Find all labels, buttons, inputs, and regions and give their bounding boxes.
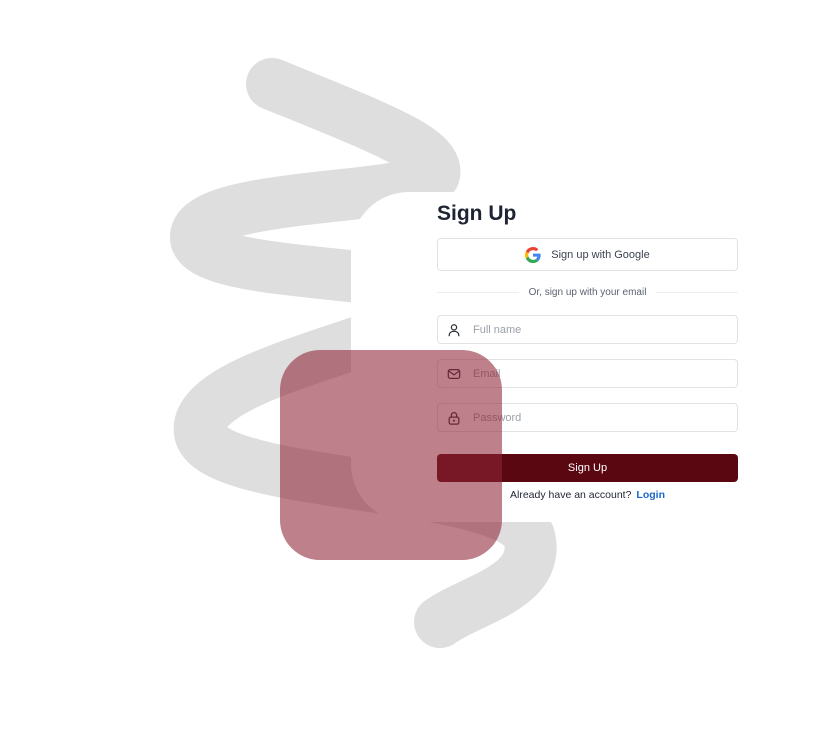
divider-text: Or, sign up with your email [528, 286, 647, 298]
user-icon [448, 323, 460, 336]
full-name-input[interactable] [473, 323, 713, 336]
password-input[interactable] [473, 411, 713, 424]
google-icon [525, 246, 541, 263]
lock-icon [448, 411, 460, 425]
google-sign-up-button[interactable]: Sign up with Google [437, 238, 738, 271]
divider-line-left [437, 291, 519, 293]
divider-line-right [656, 291, 739, 293]
page-title: Sign Up [437, 202, 517, 225]
sign-up-button[interactable]: Sign Up [437, 454, 738, 482]
login-prompt-text: Already have an account? [510, 489, 632, 501]
or-divider: Or, sign up with your email [437, 285, 739, 299]
full-name-field[interactable] [437, 315, 738, 344]
email-input[interactable] [473, 367, 713, 380]
mail-icon [447, 368, 461, 379]
login-prompt-row: Already have an account? Login [437, 489, 738, 501]
login-link[interactable]: Login [636, 489, 665, 501]
email-field[interactable] [437, 359, 738, 388]
password-field[interactable] [437, 403, 738, 432]
google-button-label: Sign up with Google [551, 248, 650, 261]
sign-up-page: Sign Up Sign up with Google Or, sign up … [0, 0, 816, 734]
